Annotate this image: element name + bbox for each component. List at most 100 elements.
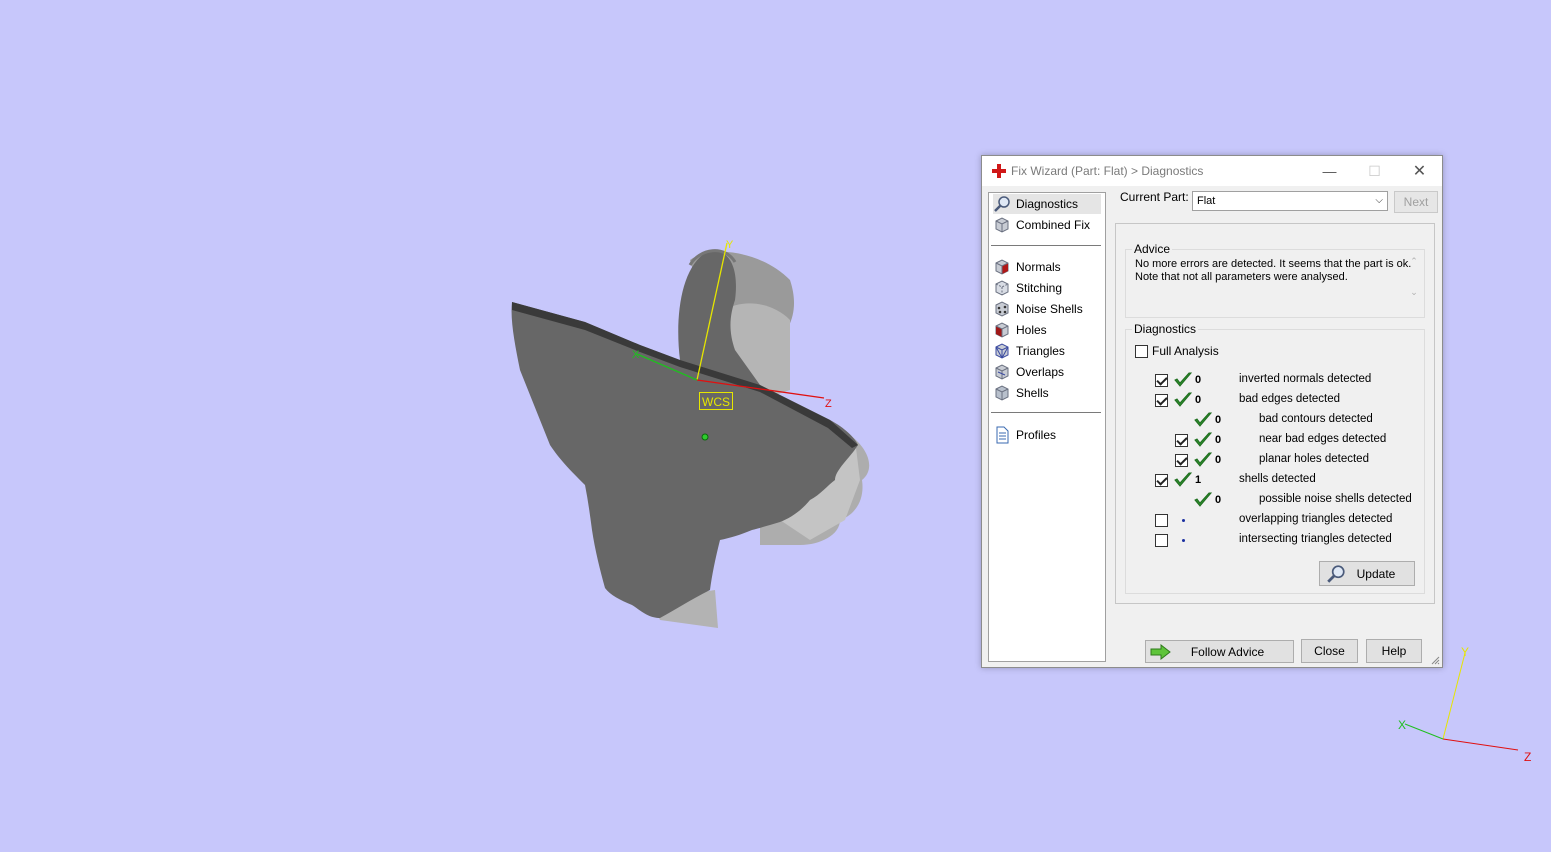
close-window-button[interactable]: ✕ [1397,156,1442,186]
green-check-icon [1174,472,1192,487]
3d-model[interactable] [511,249,870,628]
nav-item-holes[interactable]: Holes [993,320,1101,340]
magnifier-icon [1327,565,1345,583]
maximize-button[interactable]: ☐ [1352,156,1397,186]
shells-cube-icon [995,385,1009,401]
nav-label-profiles: Profiles [1016,428,1057,442]
row-checkbox[interactable] [1155,394,1168,407]
full-analysis-label: Full Analysis [1152,344,1219,358]
pivot-point[interactable] [701,433,709,441]
axis-x-letter: X [632,349,640,361]
current-part-value: Flat [1197,195,1216,207]
nav-label-triangles: Triangles [1016,344,1065,358]
nav-item-shells[interactable]: Shells [993,383,1101,403]
row-label: bad contours detected [1259,413,1373,425]
diagnostics-title: Diagnostics [1132,322,1199,336]
nav-label-stitching: Stitching [1016,281,1063,295]
magnifier-icon [994,196,1010,212]
nav-label-shells: Shells [1016,386,1049,400]
green-check-icon [1174,372,1192,387]
cube-icon [995,217,1009,233]
pending-dot-icon [1182,519,1185,522]
diagnostics-panel: Advice No more errors are detected. It s… [1115,223,1435,604]
corner-x-axis [1404,723,1444,740]
holes-cube-icon [995,322,1009,338]
follow-advice-button[interactable]: Follow Advice [1145,640,1294,663]
row-label: intersecting triangles detected [1239,533,1392,545]
nav-label-holes: Holes [1016,323,1047,337]
row-checkbox[interactable] [1175,454,1188,467]
nav-label-noise-shells: Noise Shells [1016,302,1083,316]
next-button[interactable]: Next [1394,191,1438,213]
diagnostics-group: Diagnostics Full Analysis 0 inverted norm… [1125,322,1425,594]
triangles-cube-icon [995,343,1009,359]
red-cross-icon [992,164,1006,178]
stitching-cube-icon [995,280,1009,296]
row-checkbox[interactable] [1155,514,1168,527]
green-arrow-icon [1150,644,1171,660]
dialog-title: Fix Wizard (Part: Flat) > Diagnostics [1011,164,1204,178]
corner-axis-x-letter: X [1398,718,1407,732]
nav-item-triangles[interactable]: Triangles [993,341,1101,361]
fix-wizard-dialog: Fix Wizard (Part: Flat) > Diagnostics — … [981,155,1443,668]
nav-item-profiles[interactable]: Profiles [993,425,1101,445]
close-button[interactable]: Close [1301,639,1358,663]
row-count: 1 [1195,474,1202,486]
nav-divider-2 [991,412,1101,413]
row-label: overlapping triangles detected [1239,513,1393,525]
row-checkbox[interactable] [1155,474,1168,487]
update-label: Update [1356,566,1396,581]
nav-item-noise-shells[interactable]: Noise Shells [993,299,1101,319]
advice-text: No more errors are detected. It seems th… [1135,258,1412,283]
wcs-label: WCS [699,392,733,410]
corner-z-axis [1442,738,1519,751]
row-count: 0 [1215,414,1222,426]
row-count: 0 [1195,394,1202,406]
document-icon [996,426,1009,444]
nav-label-normals: Normals [1016,260,1061,274]
green-check-icon [1194,432,1212,447]
noise-shells-icon [995,301,1009,317]
help-button[interactable]: Help [1366,639,1422,663]
resize-grip-icon[interactable] [1430,655,1440,665]
green-check-icon [1194,412,1212,427]
follow-advice-label: Follow Advice [1190,644,1265,659]
green-check-icon [1194,492,1212,507]
axis-y-letter: Y [726,239,734,251]
nav-item-stitching[interactable]: Stitching [993,278,1101,298]
update-button[interactable]: Update [1319,561,1415,586]
advice-group: Advice No more errors are detected. It s… [1125,242,1425,318]
nav-divider [991,245,1101,246]
row-label: shells detected [1239,473,1316,485]
row-count: 0 [1215,494,1222,506]
row-label: planar holes detected [1259,453,1369,465]
minimize-button[interactable]: — [1307,156,1352,186]
row-label: inverted normals detected [1239,373,1372,385]
overlaps-cube-icon [995,364,1009,380]
row-label: near bad edges detected [1259,433,1387,445]
row-count: 0 [1195,374,1202,386]
nav-item-normals[interactable]: Normals [993,257,1101,277]
row-count: 0 [1215,454,1222,466]
row-label: possible noise shells detected [1259,493,1412,505]
row-label: bad edges detected [1239,393,1341,405]
row-checkbox[interactable] [1175,434,1188,447]
full-analysis-checkbox[interactable] [1135,345,1148,358]
nav-item-overlaps[interactable]: Overlaps [993,362,1101,382]
row-checkbox[interactable] [1155,374,1168,387]
nav-item-combined-fix[interactable]: Combined Fix [993,215,1101,235]
pending-dot-icon [1182,539,1185,542]
nav-label-combined-fix: Combined Fix [1016,218,1091,232]
green-check-icon [1174,392,1192,407]
wizard-nav: Diagnostics Combined Fix Normals Stitchi… [988,192,1106,662]
row-checkbox[interactable] [1155,534,1168,547]
green-check-icon [1194,452,1212,467]
title-bar[interactable]: Fix Wizard (Part: Flat) > Diagnostics — … [982,156,1442,186]
chevron-down-icon: ⌵ [1375,195,1383,206]
advice-title: Advice [1132,242,1173,256]
nav-item-diagnostics[interactable]: Diagnostics [993,194,1101,214]
axis-z-letter: Z [825,398,832,410]
advice-scrollbar[interactable]: ⌃ ⌄ [1408,256,1420,308]
current-part-select[interactable]: Flat ⌵ [1192,191,1388,211]
corner-y-axis [1442,652,1466,740]
